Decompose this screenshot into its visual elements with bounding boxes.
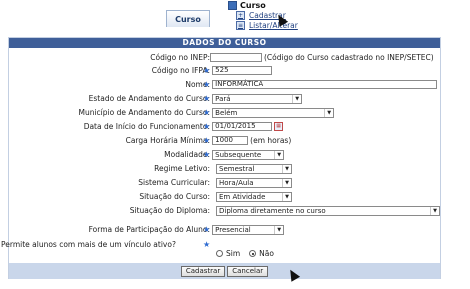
row-codigo-ifpa: Código no IFPA: ★ 525	[9, 65, 440, 76]
carga-horaria-input[interactable]: 1000	[212, 136, 249, 145]
sistema-curricular-value: Hora/Aula	[219, 178, 254, 187]
forma-participacao-value: Presencial	[215, 225, 251, 234]
row-estado: Estado de Andamento do Curso: ★ Pará ▼	[9, 93, 440, 104]
estado-select[interactable]: Pará ▼	[212, 93, 303, 104]
municipio-value: Belém	[215, 108, 238, 117]
label-data-inicio: Data de Início do Funcionamento:	[83, 122, 210, 131]
label-carga-horaria: Carga Horária Mínima:	[125, 136, 210, 145]
row-modalidade: Modalidade: ★ Subsequente ▼	[9, 149, 440, 160]
carga-horaria-unit: (em horas)	[250, 136, 292, 145]
regime-letivo-select[interactable]: Semestral ▼	[216, 163, 292, 174]
municipio-select[interactable]: Belém ▼	[212, 107, 335, 118]
vinculo-sim-label: Sim	[226, 249, 241, 258]
row-situacao-diploma: Situação do Diploma: Diploma diretamente…	[9, 205, 440, 216]
row-nome: Nome: ★ INFORMÁTICA	[9, 79, 440, 90]
chevron-down-icon: ▼	[292, 94, 301, 103]
situacao-curso-value: Em Atividade	[219, 192, 266, 201]
cadastrar-button[interactable]: Cadastrar	[180, 265, 226, 277]
menu-item-label: Listar/Alterar	[249, 21, 298, 30]
calendar-icon[interactable]: ▦	[274, 122, 284, 131]
chevron-down-icon: ▼	[282, 164, 291, 173]
situacao-diploma-value: Diploma diretamente no curso	[219, 206, 326, 215]
modalidade-value: Subsequente	[215, 150, 262, 159]
required-star-icon: ★	[203, 122, 211, 131]
required-star-icon: ★	[203, 150, 211, 159]
row-forma-participacao: Forma de Participação do Aluno: ★ Presen…	[9, 224, 440, 235]
cancelar-button[interactable]: Cancelar	[227, 265, 269, 277]
chevron-down-icon: ▼	[282, 178, 291, 187]
menu-item-listar-alterar[interactable]: ≡ Listar/Alterar	[236, 21, 298, 30]
label-regime-letivo: Regime Letivo:	[154, 164, 210, 173]
codigo-inep-note: (Código do Curso cadastrado no INEP/SETE…	[264, 53, 434, 62]
required-star-icon: ★	[203, 80, 211, 89]
tab-curso[interactable]: Curso	[166, 10, 210, 27]
required-star-icon: ★	[203, 108, 211, 117]
form-footer: Cadastrar Cancelar	[9, 263, 440, 279]
menu-root: Curso	[228, 1, 298, 10]
chevron-down-icon: ▼	[282, 192, 291, 201]
row-sistema-curricular: Sistema Curricular: Hora/Aula ▼	[9, 177, 440, 188]
vinculo-nao-radio[interactable]	[249, 250, 257, 257]
situacao-diploma-select[interactable]: Diploma diretamente no curso ▼	[216, 205, 440, 216]
required-star-icon: ★	[203, 66, 211, 75]
nome-input[interactable]: INFORMÁTICA	[212, 80, 438, 89]
codigo-ifpa-input[interactable]: 525	[212, 66, 273, 75]
label-municipio: Município de Andamento do Curso:	[78, 108, 210, 117]
vinculo-sim-radio[interactable]	[216, 250, 223, 257]
chevron-down-icon: ▼	[324, 108, 333, 117]
row-vinculo-options: Sim Não	[9, 248, 440, 259]
chevron-down-icon: ▼	[430, 206, 439, 215]
estado-value: Pará	[215, 94, 231, 103]
row-regime-letivo: Regime Letivo: Semestral ▼	[9, 163, 440, 174]
row-codigo-inep: Código no INEP: (Código do Curso cadastr…	[9, 52, 440, 63]
chevron-down-icon: ▼	[274, 225, 283, 234]
menu-folder-icon	[228, 1, 237, 10]
label-sistema-curricular: Sistema Curricular:	[138, 178, 210, 187]
forma-participacao-select[interactable]: Presencial ▼	[212, 224, 285, 235]
required-star-icon: ★	[203, 225, 211, 234]
sistema-curricular-select[interactable]: Hora/Aula ▼	[216, 177, 292, 188]
list-icon: ≡	[236, 21, 245, 30]
label-situacao-diploma: Situação do Diploma:	[129, 206, 210, 215]
menu-root-label: Curso	[240, 1, 266, 10]
modalidade-select[interactable]: Subsequente ▼	[212, 149, 285, 160]
required-star-icon: ★	[203, 94, 211, 103]
label-codigo-ifpa: Código no IFPA:	[151, 66, 210, 75]
regime-letivo-value: Semestral	[219, 164, 255, 173]
form-caption: Dados do Curso	[9, 38, 440, 48]
chevron-down-icon: ▼	[274, 150, 283, 159]
menu-item-cadastrar[interactable]: + Cadastrar	[236, 11, 298, 20]
row-situacao-curso: Situação do Curso: Em Atividade ▼	[9, 191, 440, 202]
plus-icon: +	[236, 11, 245, 20]
row-municipio: Município de Andamento do Curso: ★ Belém…	[9, 107, 440, 118]
row-carga-horaria: Carga Horária Mínima: ★ 1000 (em horas)	[9, 135, 440, 146]
course-form: Dados do Curso Código no INEP: (Código d…	[1, 37, 441, 279]
situacao-curso-select[interactable]: Em Atividade ▼	[216, 191, 292, 202]
label-estado: Estado de Andamento do Curso:	[88, 94, 210, 103]
vinculo-nao-label: Não	[259, 249, 274, 258]
label-codigo-inep: Código no INEP:	[150, 53, 210, 62]
label-situacao-curso: Situação do Curso:	[139, 192, 210, 201]
row-data-inicio: Data de Início do Funcionamento: ★ 01/01…	[9, 121, 440, 132]
label-forma-participacao: Forma de Participação do Aluno:	[88, 225, 210, 234]
codigo-inep-input[interactable]	[210, 53, 262, 62]
required-star-icon: ★	[203, 136, 211, 145]
curso-menu: Curso + Cadastrar ≡ Listar/Alterar	[228, 1, 298, 30]
data-inicio-input[interactable]: 01/01/2015	[212, 122, 273, 131]
